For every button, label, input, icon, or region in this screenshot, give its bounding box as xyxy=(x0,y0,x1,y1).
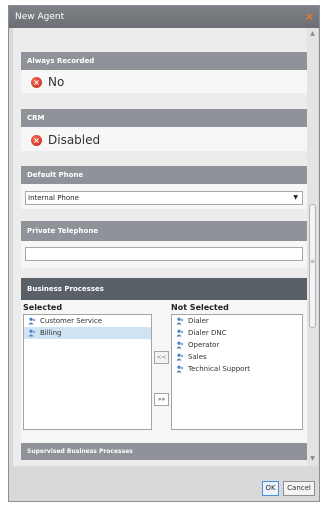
user-group-icon xyxy=(28,317,36,325)
cancel-button[interactable]: Cancel xyxy=(283,481,315,496)
always-recorded-value[interactable]: × No xyxy=(31,73,64,91)
private-telephone-header: Private Telephone xyxy=(21,221,307,241)
list-item-label: Customer Service xyxy=(40,317,103,325)
user-group-icon xyxy=(176,341,184,349)
x-circle-icon: × xyxy=(31,134,42,146)
new-agent-dialog: New Agent × Always Recorded × No CRM × D… xyxy=(8,5,320,502)
dialog-title: New Agent xyxy=(15,12,65,22)
list-item-label: Technical Support xyxy=(188,365,251,373)
dialog-content: Always Recorded × No CRM × Disabled Defa… xyxy=(13,28,307,466)
list-item[interactable]: Dialer xyxy=(172,315,302,327)
list-item[interactable]: Customer Service xyxy=(24,315,151,327)
list-item-label: Dialer xyxy=(188,317,209,325)
crm-value[interactable]: × Disabled xyxy=(31,131,100,149)
not-selected-listbox[interactable]: Dialer Dialer DNC Operator Sales Technic… xyxy=(171,314,303,430)
list-item[interactable]: Technical Support xyxy=(172,363,302,375)
scroll-down-icon[interactable]: ▼ xyxy=(309,456,316,462)
move-right-button[interactable]: »» xyxy=(154,393,169,406)
not-selected-label: Not Selected xyxy=(171,303,229,312)
crm-header: CRM xyxy=(21,109,307,127)
list-item-label: Billing xyxy=(40,329,62,337)
move-left-button[interactable]: << xyxy=(154,351,169,364)
always-recorded-header: Always Recorded xyxy=(21,52,307,70)
private-telephone-input[interactable] xyxy=(25,247,303,261)
crm-text: Disabled xyxy=(48,133,101,147)
user-group-icon xyxy=(176,317,184,325)
selected-label: Selected xyxy=(23,303,63,312)
close-icon[interactable]: × xyxy=(305,6,314,28)
scrollbar-thumb[interactable] xyxy=(309,204,316,328)
list-item[interactable]: Billing xyxy=(24,327,151,339)
list-item[interactable]: Operator xyxy=(172,339,302,351)
default-phone-header: Default Phone xyxy=(21,166,307,184)
list-item-label: Sales xyxy=(188,353,207,361)
user-group-icon xyxy=(28,329,36,337)
list-item[interactable]: Sales xyxy=(172,351,302,363)
supervised-business-processes-header: Supervised Business Processes xyxy=(21,443,307,460)
list-item-label: Dialer DNC xyxy=(188,329,227,337)
ok-button[interactable]: OK xyxy=(262,481,279,496)
list-item-label: Operator xyxy=(188,341,220,349)
x-circle-icon: × xyxy=(31,76,42,88)
scroll-up-icon[interactable]: ▲ xyxy=(309,31,316,37)
dialog-titlebar: New Agent × xyxy=(9,6,319,28)
list-item[interactable]: Dialer DNC xyxy=(172,327,302,339)
user-group-icon xyxy=(176,353,184,361)
business-processes-header: Business Processes xyxy=(21,278,307,300)
vertical-scrollbar[interactable]: ▲ ≡ ▼ xyxy=(307,28,318,466)
always-recorded-text: No xyxy=(48,75,65,89)
default-phone-select[interactable]: Internal Phone ▼ xyxy=(25,191,303,205)
chevron-down-icon: ▼ xyxy=(293,194,298,201)
user-group-icon xyxy=(176,365,184,373)
grip-icon: ≡ xyxy=(310,258,316,265)
selected-listbox[interactable]: Customer Service Billing xyxy=(23,314,152,430)
user-group-icon xyxy=(176,329,184,337)
default-phone-value: Internal Phone xyxy=(28,194,79,202)
